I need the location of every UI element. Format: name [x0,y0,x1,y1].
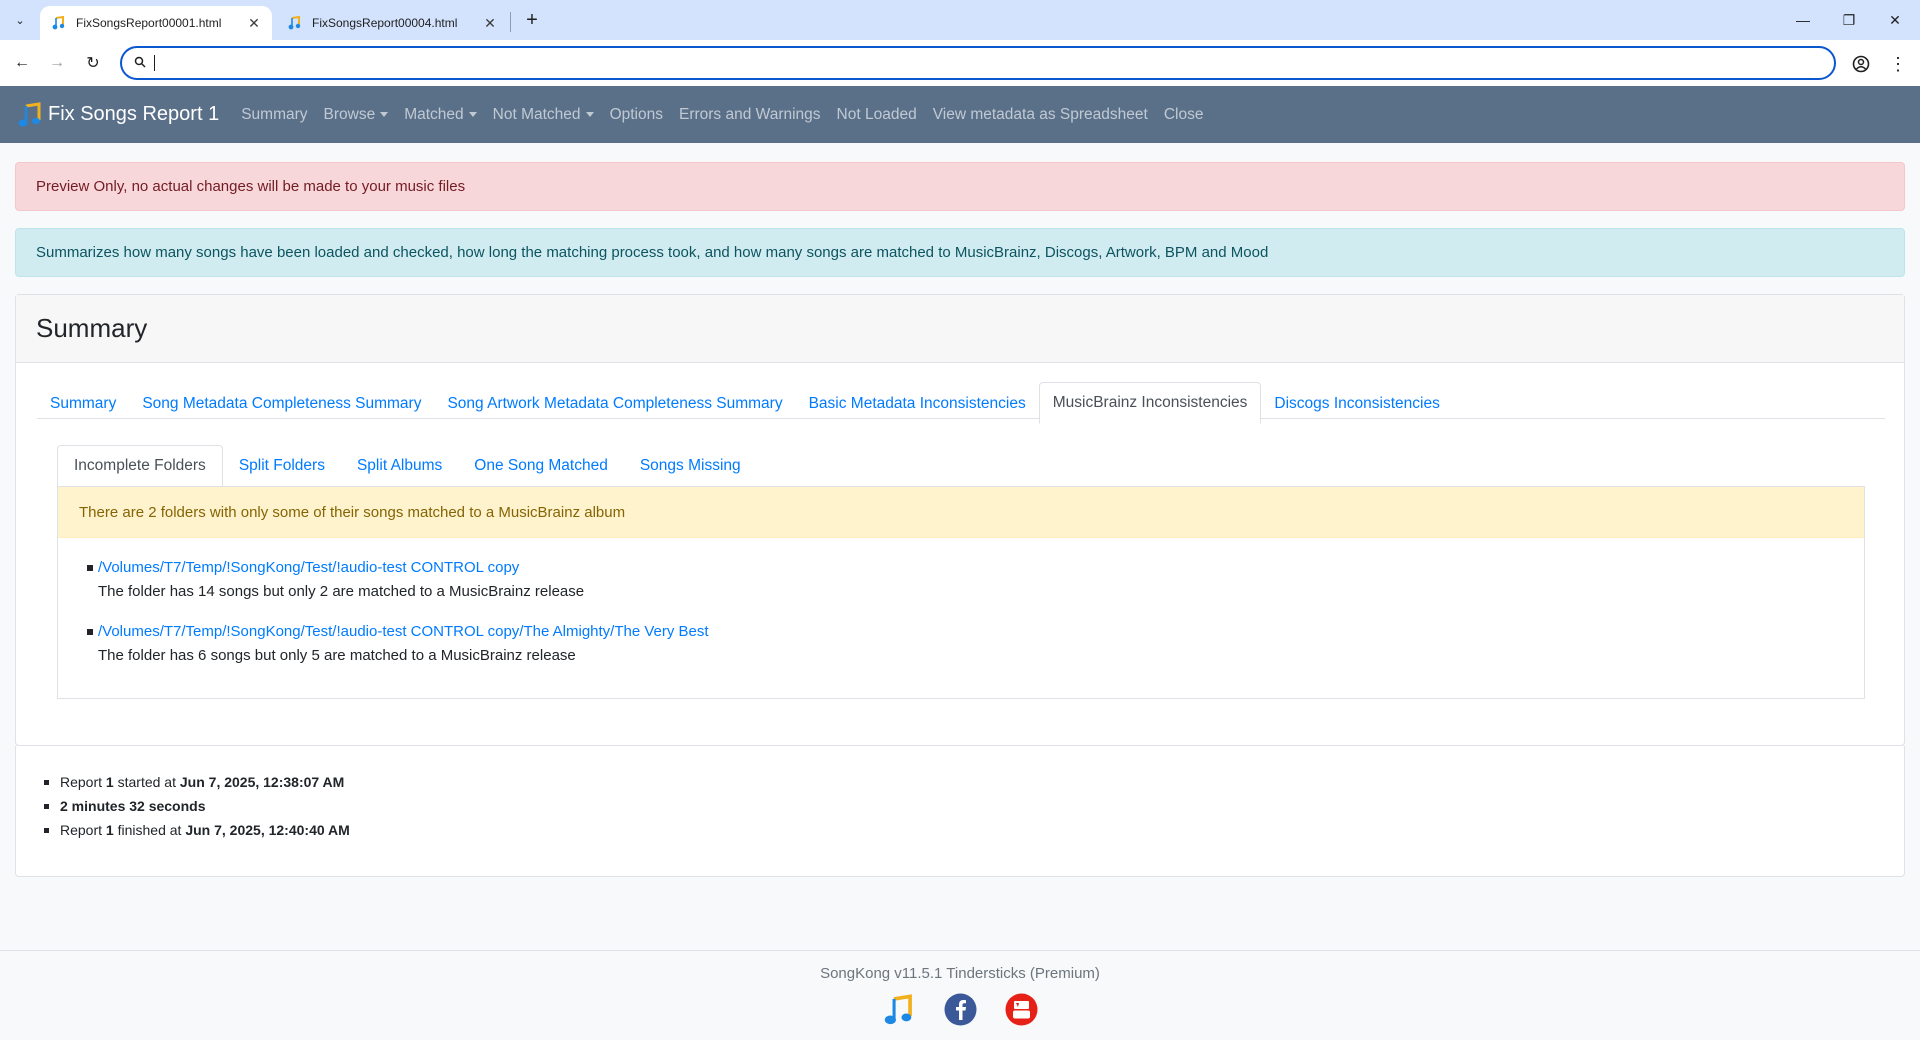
tab-basic-metadata-inconsistencies[interactable]: Basic Metadata Inconsistencies [796,383,1039,424]
tab-summary[interactable]: Summary [37,383,129,424]
tab-song-artwork-completeness[interactable]: Song Artwork Metadata Completeness Summa… [434,383,795,424]
menu-kebab-icon[interactable]: ⋮ [1886,52,1910,76]
tab-title: FixSongsReport00004.html [312,16,458,30]
subtab-one-song-matched[interactable]: One Song Matched [458,445,624,487]
bullet [44,804,49,809]
forward-arrow-icon[interactable]: → [44,50,70,76]
browser-toolbar: ← → ↻ ⋮ [0,40,1920,86]
nav-summary[interactable]: Summary [241,106,307,124]
nav-not-matched[interactable]: Not Matched [493,106,594,124]
music-note-icon [50,15,66,31]
incomplete-folders-pane: There are 2 folders with only some of th… [57,486,1865,699]
minimize-icon[interactable]: — [1780,0,1826,40]
brand-title: Fix Songs Report 1 [48,103,220,125]
list-item: /Volumes/T7/Temp/!SongKong/Test/!audio-t… [87,556,1864,604]
folder-list: /Volumes/T7/Temp/!SongKong/Test/!audio-t… [58,538,1864,668]
report-word: Report [60,822,103,838]
timing-started: Report 1 started at Jun 7, 2025, 12:38:0… [44,770,1904,794]
nav-matched-label: Matched [404,105,464,123]
nav-errors-warnings[interactable]: Errors and Warnings [679,106,821,124]
nav-not-matched-label: Not Matched [492,105,581,123]
songkong-icon[interactable] [882,992,917,1027]
search-icon [134,56,146,71]
new-tab-button[interactable]: + [520,8,544,32]
report-number: 1 [105,822,114,838]
close-window-icon[interactable]: ✕ [1872,0,1918,40]
list-item: /Volumes/T7/Temp/!SongKong/Test/!audio-t… [87,620,1864,668]
footer-version: SongKong v11.5.1 Tindersticks (Premium) [820,965,1100,982]
tab-title: FixSongsReport00001.html [76,16,222,30]
address-bar[interactable] [120,46,1836,80]
footer: SongKong v11.5.1 Tindersticks (Premium) [0,950,1920,1040]
tab-musicbrainz-inconsistencies[interactable]: MusicBrainz Inconsistencies [1038,382,1262,424]
info-alert: Summarizes how many songs have been load… [15,228,1905,277]
caret-down-icon [468,111,477,117]
app-navbar: Fix Songs Report 1 Summary Browse Matche… [0,86,1920,143]
preview-alert: Preview Only, no actual changes will be … [15,162,1905,211]
subtab-incomplete-folders[interactable]: Incomplete Folders [57,445,223,487]
started-at: Jun 7, 2025, 12:38:07 AM [179,774,345,790]
tab-search-button[interactable]: ⌄ [6,8,34,32]
timing-duration: 2 minutes 32 seconds [44,794,1904,818]
nav-browse-label: Browse [323,105,376,123]
folder-description: The folder has 14 songs but only 2 are m… [98,583,585,600]
social-links [0,992,1920,1027]
subtab-songs-missing[interactable]: Songs Missing [624,445,757,487]
tab-separator [510,12,511,32]
profile-icon[interactable] [1849,52,1873,76]
browser-tab-active[interactable]: FixSongsReport00001.html ✕ [40,6,272,40]
card-title: Summary [16,295,1904,363]
songkong-logo-icon [18,101,42,128]
brand[interactable]: Fix Songs Report 1 [18,101,220,128]
nav-not-loaded[interactable]: Not Loaded [837,106,917,124]
sub-tabs: Incomplete Folders Split Folders Split A… [57,445,1865,487]
incomplete-folders-warning: There are 2 folders with only some of th… [58,487,1864,538]
music-note-icon [286,15,302,31]
close-icon[interactable]: ✕ [480,13,500,33]
nav-options[interactable]: Options [610,106,663,124]
close-icon[interactable]: ✕ [244,13,264,33]
bullet [44,828,49,833]
report-word: Report [60,774,103,790]
facebook-icon[interactable] [943,992,978,1027]
tab-song-metadata-completeness[interactable]: Song Metadata Completeness Summary [129,383,434,424]
finished-label: finished at [117,822,182,838]
tab-discogs-inconsistencies[interactable]: Discogs Inconsistencies [1261,383,1452,424]
folder-description: The folder has 6 songs but only 5 are ma… [98,647,576,664]
timing-box: Report 1 started at Jun 7, 2025, 12:38:0… [15,746,1905,877]
duration: 2 minutes 32 seconds [60,798,206,814]
report-number: 1 [105,774,114,790]
folder-link[interactable]: /Volumes/T7/Temp/!SongKong/Test/!audio-t… [98,620,1864,644]
folder-link[interactable]: /Volumes/T7/Temp/!SongKong/Test/!audio-t… [98,556,1864,580]
back-arrow-icon[interactable]: ← [9,50,35,76]
address-input[interactable] [155,55,1834,71]
subtab-split-folders[interactable]: Split Folders [223,445,341,487]
bullet [44,780,49,785]
subtab-split-albums[interactable]: Split Albums [341,445,458,487]
browser-tab[interactable]: FixSongsReport00004.html ✕ [276,6,508,40]
caret-down-icon [585,111,594,117]
reload-icon[interactable]: ↻ [80,50,106,76]
bullet [87,629,93,635]
nav-matched[interactable]: Matched [404,105,477,124]
restore-icon[interactable]: ❐ [1826,0,1872,40]
caret-down-icon [380,111,389,117]
nav-view-spreadsheet[interactable]: View metadata as Spreadsheet [933,106,1148,124]
browser-tabstrip: ⌄ FixSongsReport00001.html ✕ FixSongsRep… [0,0,1920,40]
nav-close[interactable]: Close [1164,106,1204,124]
finished-at: Jun 7, 2025, 12:40:40 AM [185,822,350,838]
started-label: started at [117,774,176,790]
bullet [87,565,93,571]
youtube-icon[interactable] [1004,992,1039,1027]
timing-finished: Report 1 finished at Jun 7, 2025, 12:40:… [44,818,1904,842]
nav-browse[interactable]: Browse [324,106,389,124]
main-tabs: Summary Song Metadata Completeness Summa… [37,382,1885,424]
summary-card: Summary Summary Song Metadata Completene… [15,294,1905,746]
